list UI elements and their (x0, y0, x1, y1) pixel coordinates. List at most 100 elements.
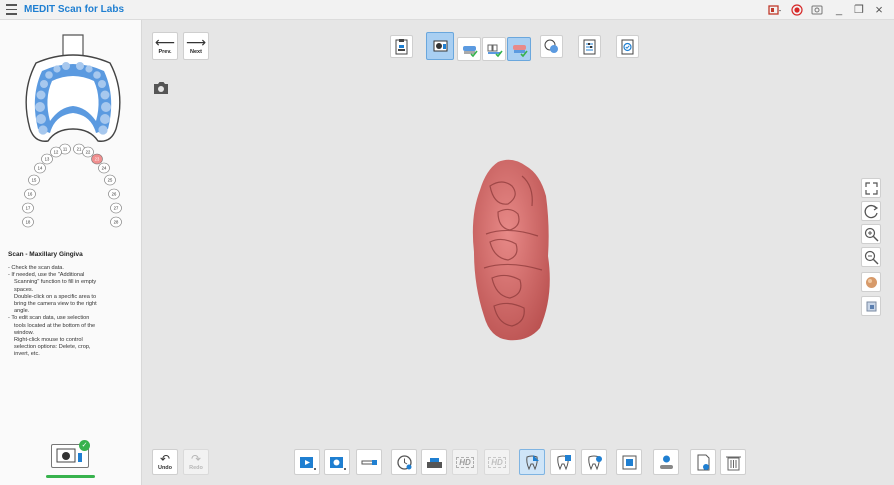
tooth-number-label: 15 (32, 178, 37, 183)
tooth-14[interactable]: 14 (34, 162, 46, 174)
play-scan-button[interactable] (294, 449, 320, 475)
arch-stage-icon (462, 45, 478, 57)
title-bar: MEDIT Scan for Labs _ ❐ × (0, 0, 894, 20)
stage-antagonist-button[interactable] (457, 37, 481, 61)
teeth-stage-icon (487, 44, 503, 57)
stage-gingiva-button[interactable] (507, 37, 531, 61)
restore-button[interactable]: ❐ (852, 3, 866, 17)
play-icon (299, 456, 316, 470)
instruction-item: - Check the scan data. (8, 265, 64, 271)
tooth-25[interactable]: 25 (104, 174, 116, 186)
tooth-23[interactable]: 23 (91, 153, 103, 165)
tooth-18[interactable]: 18 (22, 216, 34, 228)
tooth-number-label: 18 (26, 220, 31, 225)
prev-button[interactable]: ⟵ Prev. (152, 32, 178, 60)
complete-button[interactable] (616, 35, 639, 58)
instruction-item: - To edit scan data, use selection tools… (8, 315, 96, 358)
clipboard-icon (395, 39, 408, 55)
tooth-number-label: 13 (45, 157, 50, 162)
tooth-number-chart[interactable]: 11 12 1314 15 16 17 18 21 22 2324 25 26 27 28 (18, 142, 126, 234)
texture-toggle-button[interactable] (861, 272, 881, 292)
screenshot-icon[interactable] (810, 3, 824, 17)
document-export-icon (697, 454, 709, 470)
hd-icon: HD (456, 456, 474, 468)
tooth-16[interactable]: 16 (24, 188, 36, 200)
minimize-button[interactable]: _ (832, 3, 846, 17)
tooth-17[interactable]: 17 (22, 202, 34, 214)
rotate-view-button[interactable] (861, 201, 881, 221)
maxillary-arch-illustration[interactable] (18, 33, 128, 151)
tooth-number-label: 23 (95, 157, 100, 162)
scan-filter-button[interactable] (324, 449, 350, 475)
tooth-number-label: 22 (86, 150, 91, 155)
add-scan-button[interactable] (581, 449, 607, 475)
scanner-tip-icon (361, 459, 377, 465)
hd-area-button[interactable]: HD (484, 449, 510, 475)
display-mode-icon[interactable] (768, 3, 782, 17)
tooth-24[interactable]: 24 (98, 162, 110, 174)
scan-filter-icon (329, 456, 346, 470)
next-button[interactable]: ⟶ Next (183, 32, 209, 60)
tooth-number-label: 27 (114, 206, 119, 211)
app-title: MEDIT Scan for Labs (24, 4, 125, 15)
tooth-number-label: 25 (108, 178, 113, 183)
color-mode-button[interactable] (861, 296, 881, 316)
record-icon[interactable] (790, 3, 804, 17)
camera-icon[interactable] (152, 80, 170, 96)
tooth-select-icon (525, 454, 539, 470)
tooth-28[interactable]: 28 (110, 216, 122, 228)
stage-maxilla-button[interactable] (426, 32, 454, 60)
close-button[interactable]: × (872, 3, 886, 17)
settings-button[interactable] (578, 35, 601, 58)
zoom-in-icon (864, 227, 878, 241)
toggle-data-button[interactable] (653, 449, 679, 475)
scan-area-button[interactable] (421, 449, 447, 475)
tooth-number-label: 26 (112, 192, 117, 197)
occlusion-icon (544, 39, 558, 53)
tooth-number-label: 17 (26, 206, 31, 211)
tooth-lock-icon (556, 454, 571, 470)
hd-button[interactable]: HD (452, 449, 478, 475)
gingiva-stage-icon (512, 44, 528, 57)
toggle-icon (659, 455, 673, 469)
tooth-number-label: 16 (28, 192, 33, 197)
fit-view-button[interactable] (861, 178, 881, 198)
undo-icon: ↶ (159, 452, 171, 466)
lock-area-button[interactable] (550, 449, 576, 475)
tooth-15[interactable]: 15 (28, 174, 40, 186)
tooth-12[interactable]: 12 (50, 146, 62, 158)
zoom-out-button[interactable] (861, 247, 881, 267)
history-button[interactable] (391, 449, 417, 475)
redo-button[interactable]: ↷ Redo (183, 449, 209, 475)
delete-button[interactable] (720, 449, 746, 475)
tooth-22[interactable]: 22 (82, 146, 94, 158)
tooth-add-icon (587, 455, 602, 470)
instructions-list: - Check the scan data. - If needed, use … (8, 265, 136, 359)
undo-button[interactable]: ↶ Undo (152, 449, 178, 475)
history-icon (396, 454, 412, 470)
select-tool-button[interactable] (519, 449, 545, 475)
scan-3d-model[interactable] (468, 156, 554, 346)
scan-workflow-button[interactable] (390, 35, 413, 58)
stage-mandible-button[interactable] (482, 37, 506, 61)
tooth-27[interactable]: 27 (110, 202, 122, 214)
zoom-out-icon (864, 250, 878, 264)
scanner-tip-button[interactable] (356, 449, 382, 475)
capture-button[interactable] (616, 449, 642, 475)
instruction-item: - If needed, use the "Additional Scannin… (8, 272, 97, 315)
tooth-13[interactable]: 13 (41, 153, 53, 165)
sidebar: 11 12 13 14 15 16 17 18 21 22 23 24 25 26 27 28 Scan - … (0, 20, 142, 485)
arrow-left-icon: ⟵ (154, 34, 176, 50)
capture-icon (622, 455, 636, 469)
zoom-in-button[interactable] (861, 224, 881, 244)
tooth-number-label: 24 (102, 166, 107, 171)
hamburger-menu-icon[interactable] (6, 4, 17, 15)
check-icon: ✓ (79, 440, 90, 451)
tooth-number-label: 12 (54, 150, 59, 155)
scanner-icon (433, 40, 447, 51)
arrow-right-icon: ⟶ (185, 34, 207, 50)
stage-progress-bar (46, 475, 95, 478)
tooth-26[interactable]: 26 (108, 188, 120, 200)
export-data-button[interactable] (690, 449, 716, 475)
occlusion-button[interactable] (540, 35, 563, 58)
